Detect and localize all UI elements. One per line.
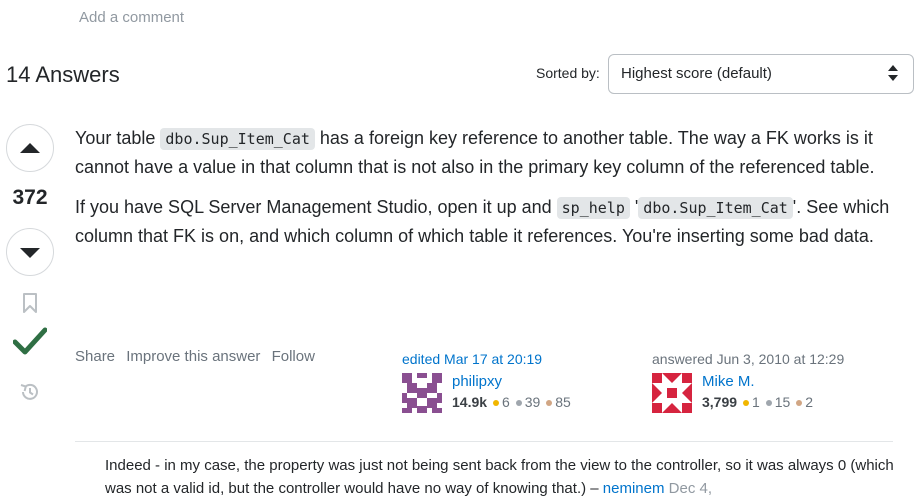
editor-stats: 14.9k 6 39 85 bbox=[452, 394, 571, 410]
answered-signature: answered Jun 3, 2010 at 12:29 Mike M. 3,… bbox=[652, 351, 902, 413]
comment-divider bbox=[75, 441, 893, 442]
comment-user-link[interactable]: neminem bbox=[603, 480, 665, 497]
avatar[interactable] bbox=[402, 373, 442, 413]
sort-arrows-icon bbox=[887, 63, 899, 85]
gold-badge-icon bbox=[493, 399, 500, 406]
post-menu: Share Improve this answer Follow bbox=[75, 348, 322, 365]
sort-value: Highest score (default) bbox=[621, 65, 772, 82]
editor-card: philipxy 14.9k 6 39 85 bbox=[402, 373, 632, 413]
edited-time-link[interactable]: edited Mar 17 at 20:19 bbox=[402, 351, 632, 367]
answers-header: 14 Answers Sorted by: Highest score (def… bbox=[6, 54, 914, 94]
sort-select[interactable]: Highest score (default) bbox=[608, 54, 914, 94]
gold-badge-icon bbox=[743, 399, 750, 406]
arrow-up-icon bbox=[20, 143, 40, 153]
history-icon[interactable] bbox=[19, 381, 41, 403]
arrow-down-icon bbox=[20, 248, 40, 258]
upvote-button[interactable] bbox=[6, 124, 54, 172]
inline-code: dbo.Sup_Item_Cat bbox=[160, 128, 315, 150]
comment: Indeed - in my case, the property was ju… bbox=[105, 454, 895, 500]
edited-signature: edited Mar 17 at 20:19 philipxy 14.9k 6 3… bbox=[402, 351, 632, 413]
comment-text: Indeed - in my case, the property was ju… bbox=[105, 457, 894, 497]
improve-answer-link[interactable]: Improve this answer bbox=[126, 348, 260, 365]
silver-badge-icon bbox=[765, 399, 772, 406]
reputation: 14.9k bbox=[452, 394, 488, 410]
follow-link[interactable]: Follow bbox=[272, 348, 315, 365]
author-card: Mike M. 3,799 1 15 2 bbox=[652, 373, 902, 413]
downvote-button[interactable] bbox=[6, 228, 54, 276]
author-stats: 3,799 1 15 2 bbox=[702, 394, 813, 410]
reputation: 3,799 bbox=[702, 394, 738, 410]
inline-code: sp_help bbox=[556, 197, 630, 219]
accepted-check-icon bbox=[13, 327, 47, 355]
comment-date[interactable]: Dec 4, bbox=[669, 480, 712, 497]
avatar[interactable] bbox=[652, 373, 692, 413]
answers-count: 14 Answers bbox=[6, 62, 120, 87]
answer-paragraph-1: Your table dbo.Sup_Item_Cat has a foreig… bbox=[75, 128, 875, 177]
bronze-badge-icon bbox=[546, 399, 553, 406]
editor-name-link[interactable]: philipxy bbox=[452, 373, 502, 390]
inline-code: dbo.Sup_Item_Cat bbox=[638, 197, 793, 219]
answer-paragraph-2: If you have SQL Server Management Studio… bbox=[75, 197, 890, 246]
answer-body: Your table dbo.Sup_Item_Cat has a foreig… bbox=[75, 124, 895, 262]
author-name-link[interactable]: Mike M. bbox=[702, 373, 755, 390]
bookmark-icon[interactable] bbox=[21, 292, 39, 314]
vote-score: 372 bbox=[12, 186, 48, 209]
bronze-badge-icon bbox=[796, 399, 803, 406]
answered-time: answered Jun 3, 2010 at 12:29 bbox=[652, 351, 845, 367]
sort-label: Sorted by: bbox=[536, 65, 600, 81]
silver-badge-icon bbox=[515, 399, 522, 406]
add-comment-link[interactable]: Add a comment bbox=[79, 9, 184, 26]
share-link[interactable]: Share bbox=[75, 348, 115, 365]
